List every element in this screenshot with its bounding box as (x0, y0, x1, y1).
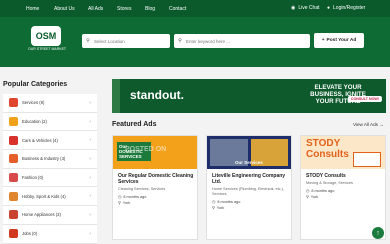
ad-title[interactable]: STODY Consults (306, 173, 382, 179)
category-label: Fashion (0) (22, 175, 44, 181)
chevron-right-icon: › (89, 230, 91, 237)
nav-all-ads[interactable]: All Ads (88, 6, 103, 12)
nav-home[interactable]: Home (26, 6, 39, 12)
login-link[interactable]: ● Login/Register (327, 5, 365, 11)
location-pin-icon: ⚲ (118, 201, 121, 205)
nav-contact[interactable]: Contact (169, 6, 186, 12)
sidebar-title: Popular Categories (3, 81, 68, 88)
chevron-right-icon: › (89, 137, 91, 144)
chevron-right-icon: › (89, 174, 91, 181)
category-item[interactable]: Business & Industry (3) › (3, 150, 97, 169)
banner-cta[interactable]: CONSULT NOW! (347, 96, 382, 102)
chevron-right-icon: › (89, 118, 91, 125)
posted-watermark: POSTED ON (125, 146, 167, 153)
category-label: Jobs (0) (22, 231, 38, 237)
category-label: Business & Industry (3) (22, 156, 66, 162)
category-item[interactable]: Home Appliances (3) › (3, 206, 97, 225)
ad-category: Cleaning Services, Services (118, 187, 166, 191)
category-list: Services (8) › Education (2) › Cars & Vehicl… (3, 94, 97, 244)
category-icon (9, 135, 18, 145)
keyword-search-input[interactable]: ⚲ Enter keyword here ... (174, 34, 310, 48)
ad-checklist (353, 152, 381, 167)
clock-icon: ◷ (212, 200, 216, 204)
promo-banner[interactable]: standout. ELEVATE YOUR BUSINESS, IGNITE … (112, 79, 386, 113)
ad-card[interactable]: Our DOMESTIC SERVICES POSTED ON Our Regu… (112, 135, 198, 240)
post-ad-button[interactable]: + Post Your Ad (314, 33, 364, 48)
chevron-right-icon: › (89, 193, 91, 200)
ad-location: ⚲ York (306, 194, 319, 200)
category-icon (9, 98, 18, 108)
category-icon (9, 191, 18, 201)
ad-image: Our DOMESTIC SERVICES POSTED ON (113, 136, 197, 169)
banner-brand: standout. (130, 88, 184, 102)
category-label: Education (2) (22, 119, 47, 125)
ad-category: Home Services (Plumbing, Electrical, etc… (212, 187, 284, 196)
arrow-up-icon: ↑ (376, 229, 380, 237)
location-select[interactable]: ⚲ Select Location (82, 34, 170, 48)
live-chat-link[interactable]: ◉ Live Chat (291, 5, 320, 11)
category-label: Services (8) (22, 100, 45, 106)
ad-posted: ◷ 8 months ago (306, 188, 335, 194)
clock-icon: ◷ (118, 195, 122, 199)
location-pin-icon: ⚲ (306, 195, 309, 199)
category-item[interactable]: Hobby, Sport & Kids (4) › (3, 187, 97, 207)
chevron-right-icon: › (89, 99, 91, 106)
search-icon: ⚲ (178, 38, 182, 44)
featured-ads-title: Featured Ads (112, 121, 157, 128)
category-item[interactable]: Education (2) › (3, 112, 97, 132)
nav-blog[interactable]: Blog (145, 6, 155, 12)
location-pin-icon: ⚲ (86, 38, 90, 44)
ad-category: Moving & Storage, Services (306, 181, 353, 185)
category-item[interactable]: Cars & Vehicles (4) › (3, 131, 97, 151)
clock-icon: ◷ (306, 189, 310, 193)
chevron-right-icon: › (89, 211, 91, 218)
user-icon: ● (327, 5, 331, 11)
location-pin-icon: ⚲ (212, 206, 215, 210)
view-all-ads-link[interactable]: View All Ads → (353, 122, 384, 127)
arrow-right-icon: → (379, 122, 384, 127)
nav-stores[interactable]: Stores (117, 6, 131, 12)
category-icon (9, 210, 18, 220)
ad-title[interactable]: Liteville Engineering Company Ltd. (212, 173, 288, 185)
nav-about[interactable]: About Us (54, 6, 75, 12)
ad-posted: ◷ 8 months ago (118, 194, 147, 200)
categories-sidebar: Popular Categories Services (8) › Educatio… (0, 79, 100, 244)
ad-card[interactable]: STODY Consults STODY Consults Moving & S… (300, 135, 386, 240)
category-label: Home Appliances (3) (22, 212, 61, 218)
category-label: Cars & Vehicles (4) (22, 137, 58, 143)
chat-icon: ◉ (291, 5, 296, 11)
top-nav: Home About Us All Ads Stores Blog Contac… (0, 0, 390, 17)
scroll-top-button[interactable]: ↑ (372, 227, 384, 239)
ad-image: STODY Consults (301, 136, 385, 169)
site-logo[interactable]: OSM OUR STREET MARKET (28, 26, 66, 52)
chevron-right-icon: › (89, 155, 91, 162)
ad-location: ⚲ York (212, 205, 225, 211)
plus-icon: + (321, 38, 325, 43)
category-label: Hobby, Sport & Kids (4) (22, 193, 66, 199)
category-icon (9, 117, 18, 127)
banner-accent (112, 79, 120, 113)
category-icon (9, 173, 18, 183)
category-icon (9, 154, 18, 164)
category-item[interactable]: Services (8) › (3, 94, 97, 113)
ad-posted: ◷ 8 months ago (212, 199, 241, 205)
category-icon (9, 229, 18, 239)
category-item[interactable]: Jobs (0) › (3, 224, 97, 244)
ad-title[interactable]: Our Regular Domestic Cleaning Services (118, 173, 194, 185)
ad-card[interactable]: Our Services Liteville Engineering Compa… (206, 135, 292, 240)
category-item[interactable]: Fashion (0) › (3, 168, 97, 188)
ad-location: ⚲ York (118, 200, 131, 206)
ad-image: Our Services (207, 136, 291, 169)
